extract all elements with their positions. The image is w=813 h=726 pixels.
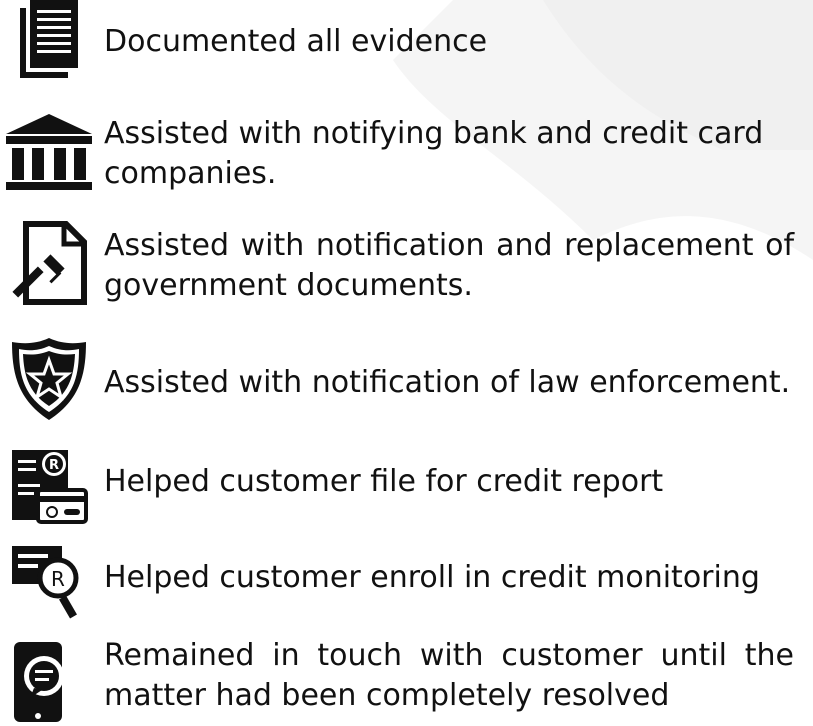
item-text: Documented all evidence xyxy=(104,24,488,59)
item-text: Assisted with notification and replaceme… xyxy=(104,228,794,303)
legal-document-icon xyxy=(12,221,87,305)
list-item: Documented all evidence xyxy=(0,0,813,90)
document-icon xyxy=(20,0,78,78)
item-text: Helped customer enroll in credit monitor… xyxy=(104,560,760,595)
item-text: Assisted with notification of law enforc… xyxy=(104,365,791,400)
list-item: R Helped customer enroll in credit monit… xyxy=(0,540,813,620)
list-item: R Helped customer file for credit report xyxy=(0,444,813,524)
police-badge-icon xyxy=(12,338,86,420)
list-item: Assisted with notifying bank and credit … xyxy=(0,108,813,198)
mobile-chat-icon xyxy=(14,642,64,722)
svg-text:R: R xyxy=(51,567,65,591)
svg-text:R: R xyxy=(49,458,59,473)
credit-report-icon: R xyxy=(12,450,88,524)
credit-monitoring-icon: R xyxy=(12,546,79,619)
item-text: Remained in touch with customer until th… xyxy=(104,638,794,713)
list-item: Remained in touch with customer until th… xyxy=(0,636,813,722)
bank-icon xyxy=(6,114,92,190)
list-item: Assisted with notification of law enforc… xyxy=(0,334,813,426)
item-text: Assisted with notifying bank and credit … xyxy=(104,116,764,191)
item-text: Helped customer file for credit report xyxy=(104,464,664,499)
list-item: Assisted with notification and replaceme… xyxy=(0,218,813,310)
